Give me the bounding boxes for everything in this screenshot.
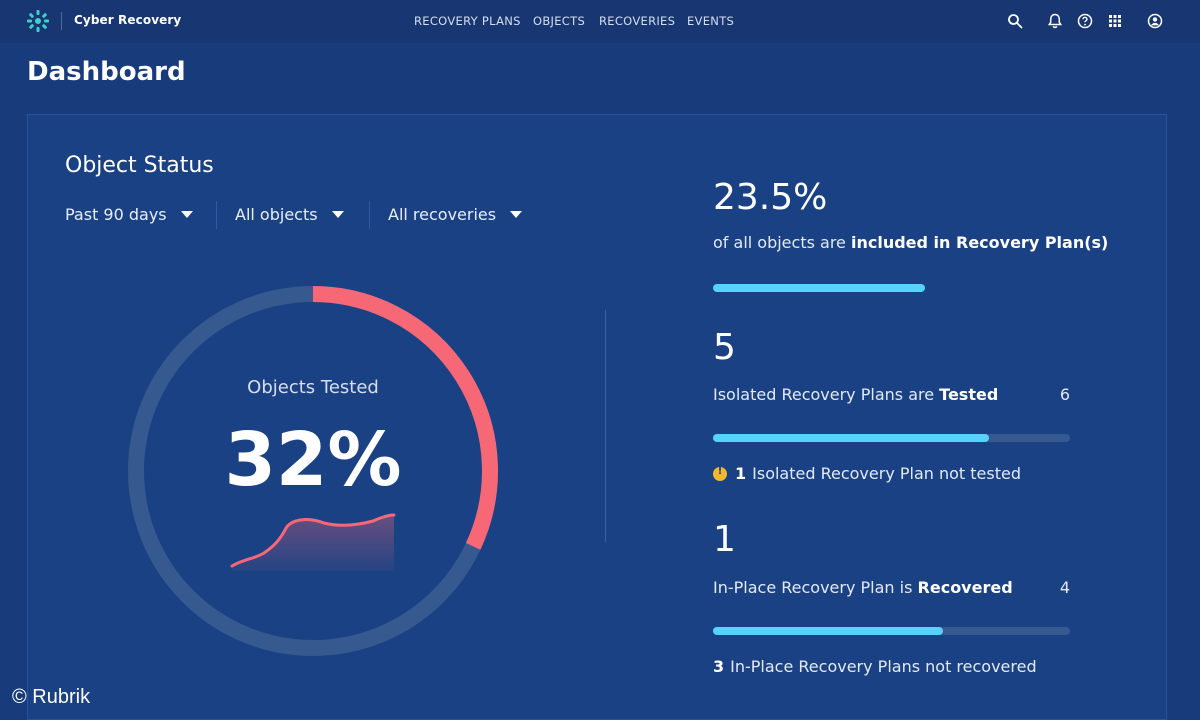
included-description-bold: included in Recovery Plan(s) <box>850 233 1109 252</box>
inplace-recovered-count: 1 <box>713 519 736 560</box>
isolated-description: Isolated Recovery Plans are Tested <box>713 385 998 404</box>
time-range-filter[interactable]: Past 90 days <box>65 205 193 224</box>
nav-events[interactable]: EVENTS <box>687 14 734 28</box>
isolated-tested-count: 5 <box>713 327 736 368</box>
search-icon[interactable] <box>1007 13 1023 29</box>
gauge-value: 32% <box>224 417 402 503</box>
filter-divider <box>216 201 217 229</box>
page-title: Dashboard <box>27 57 186 87</box>
isolated-progress-track <box>713 434 1070 442</box>
trend-sparkline <box>230 513 396 571</box>
isolated-untested-note[interactable]: 1 Isolated Recovery Plan not tested <box>713 464 1021 483</box>
nav-objects[interactable]: OBJECTS <box>533 14 585 28</box>
copyright-watermark: © Rubrik <box>12 686 91 708</box>
inplace-progress-fill <box>713 627 943 635</box>
isolated-description-bold: Tested <box>939 385 999 404</box>
inplace-unrecovered-note[interactable]: 3 In-Place Recovery Plans not recovered <box>713 657 1037 676</box>
top-bar: Cyber Recovery RECOVERY PLANS OBJECTS RE… <box>0 0 1200 43</box>
isolated-untested-count: 1 <box>735 464 747 483</box>
vertical-divider <box>605 310 606 542</box>
gauge-label: Objects Tested <box>247 377 379 398</box>
isolated-progress-fill <box>713 434 989 442</box>
filter-divider <box>369 201 370 229</box>
isolated-description-prefix: Isolated Recovery Plans are <box>713 385 940 404</box>
time-range-filter-label: Past 90 days <box>65 205 167 224</box>
card-title: Object Status <box>65 153 214 178</box>
inplace-unrecovered-text: In-Place Recovery Plans not recovered <box>730 657 1037 676</box>
inplace-description-prefix: In-Place Recovery Plan is <box>713 578 918 597</box>
isolated-total: 6 <box>1059 385 1070 404</box>
chevron-down-icon <box>331 211 344 218</box>
inplace-unrecovered-count: 3 <box>713 657 725 676</box>
bell-icon[interactable] <box>1047 13 1063 29</box>
inplace-description: In-Place Recovery Plan is Recovered <box>713 578 1013 597</box>
recoveries-filter[interactable]: All recoveries <box>388 205 523 224</box>
inplace-description-bold: Recovered <box>917 578 1013 597</box>
user-icon[interactable] <box>1147 13 1163 29</box>
objects-filter[interactable]: All objects <box>235 205 344 224</box>
included-description-prefix: of all objects are <box>713 233 851 252</box>
recoveries-filter-label: All recoveries <box>388 205 497 224</box>
object-status-card: Object Status Past 90 days All objects A… <box>27 114 1167 720</box>
inplace-total: 4 <box>1059 578 1070 597</box>
help-icon[interactable] <box>1077 13 1093 29</box>
nav-recovery-plans[interactable]: RECOVERY PLANS <box>414 14 521 28</box>
chevron-down-icon <box>510 211 523 218</box>
isolated-untested-text: Isolated Recovery Plan not tested <box>752 464 1022 483</box>
warning-icon <box>713 466 727 481</box>
nav-recoveries[interactable]: RECOVERIES <box>599 14 675 28</box>
included-progress-bar <box>713 284 925 292</box>
apps-grid-icon[interactable] <box>1107 13 1123 29</box>
chevron-down-icon <box>180 211 193 218</box>
objects-filter-label: All objects <box>235 205 318 224</box>
inplace-progress-track <box>713 627 1070 635</box>
included-description: of all objects are included in Recovery … <box>713 233 1108 252</box>
included-percent: 23.5% <box>713 177 828 218</box>
